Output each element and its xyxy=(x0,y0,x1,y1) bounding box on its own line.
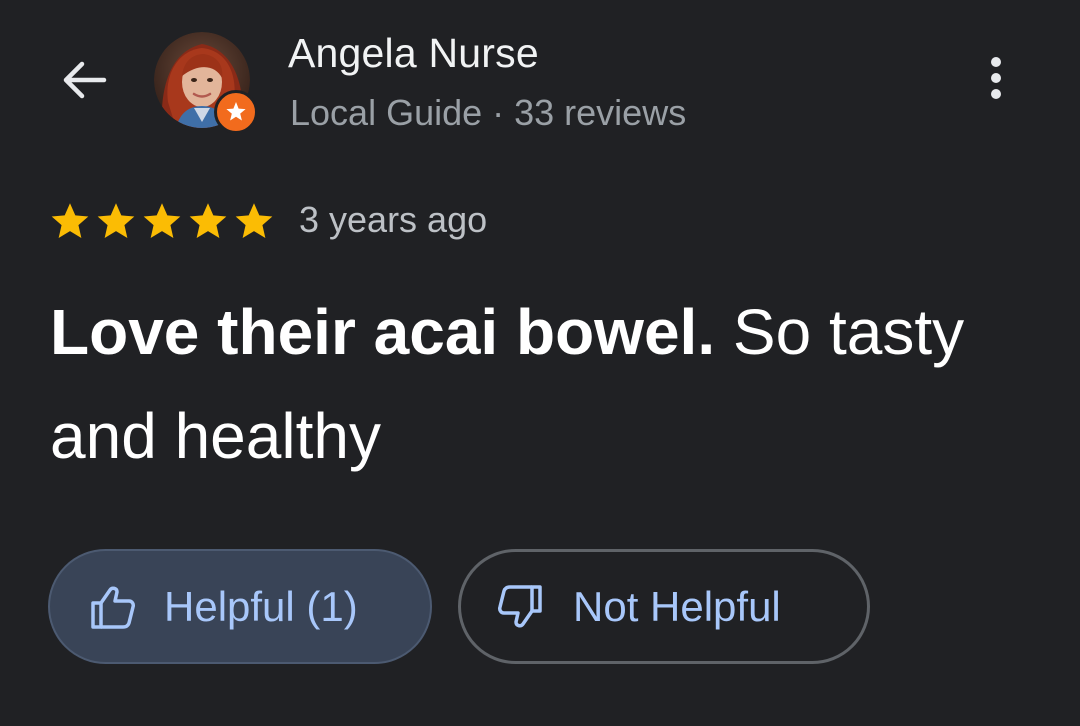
back-button[interactable] xyxy=(52,50,116,114)
star-icon xyxy=(97,203,135,238)
star-icon xyxy=(235,203,273,238)
local-guide-star-icon xyxy=(214,90,258,134)
author-meta[interactable]: Local Guide · 33 reviews xyxy=(290,92,686,134)
not-helpful-label: Not Helpful xyxy=(573,582,781,630)
not-helpful-button[interactable]: Not Helpful xyxy=(458,549,870,664)
star-rating xyxy=(48,200,276,244)
review-date: 3 years ago xyxy=(299,199,488,240)
helpful-button[interactable]: Helpful (1) xyxy=(48,549,432,664)
star-icon xyxy=(189,203,227,238)
author-name[interactable]: Angela Nurse xyxy=(288,30,539,77)
arrow-left-icon xyxy=(58,54,110,111)
thumbs-up-icon xyxy=(88,582,138,632)
thumbs-down-icon xyxy=(495,582,545,632)
helpful-label: Helpful (1) xyxy=(164,582,358,630)
star-icon xyxy=(143,203,181,238)
more-options-button[interactable] xyxy=(966,48,1026,112)
more-vert-icon xyxy=(988,54,1004,107)
review-text: Love their acai bowel. So tasty and heal… xyxy=(50,280,1030,488)
review-text-highlight: Love their acai bowel. xyxy=(50,296,716,368)
star-icon xyxy=(51,203,89,238)
avatar[interactable] xyxy=(154,32,258,134)
